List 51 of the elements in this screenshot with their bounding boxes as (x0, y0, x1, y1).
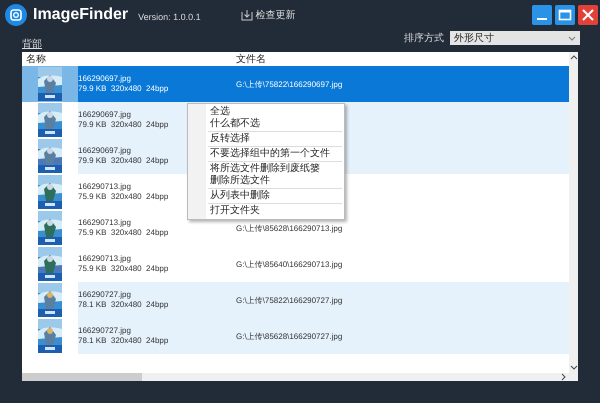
horizontal-scrollbar[interactable] (22, 373, 569, 381)
minimize-button[interactable] (532, 5, 552, 25)
file-path: G:\上传\75822\166290697.jpg (236, 78, 342, 90)
menu-item[interactable]: 不要选择组中的第一个文件 (188, 148, 344, 160)
close-button[interactable] (578, 5, 598, 25)
chevron-down-icon (568, 36, 576, 40)
file-name: 166290713.jpg (78, 182, 131, 192)
file-info: 78.1 KB 320x480 24bpp (78, 300, 168, 310)
file-path: G:\上传\85628\166290713.jpg (236, 222, 342, 234)
column-header[interactable]: 文件名 (236, 52, 266, 66)
column-header[interactable]: 名称 (22, 52, 236, 66)
file-name: 166290697.jpg (78, 146, 131, 156)
scroll-down-icon[interactable] (570, 365, 578, 371)
file-name: 166290713.jpg (78, 218, 131, 228)
file-info: 75.9 KB 320x480 24bpp (78, 264, 168, 274)
file-info: 79.9 KB 320x480 24bpp (78, 84, 168, 94)
maximize-button[interactable] (555, 5, 575, 25)
download-icon (240, 9, 253, 21)
file-name: 166290727.jpg (78, 326, 131, 336)
file-info: 79.9 KB 320x480 24bpp (78, 120, 168, 130)
menu-item[interactable]: 什么都不选 (188, 118, 344, 130)
file-name: 166290697.jpg (78, 74, 131, 84)
file-row[interactable]: 166290727.jpg 78.1 KB 320x480 24bpp G:\上传\75822\166290727.jpg (22, 282, 569, 318)
menu-item[interactable]: 全选 (188, 106, 344, 118)
file-row[interactable]: 166290727.jpg 78.1 KB 320x480 24bpp G:\上传\85628\166290727.jpg (22, 318, 569, 354)
check-update-button[interactable]: 检查更新 (240, 8, 296, 22)
group-link[interactable]: 背部 (22, 37, 42, 52)
file-path: G:\上传\85640\166290713.jpg (236, 258, 342, 270)
file-info: 75.9 KB 320x480 24bpp (78, 228, 168, 238)
menu-item[interactable]: 反转选择 (188, 133, 344, 145)
app-logo-icon (5, 4, 27, 26)
file-name: 166290697.jpg (78, 110, 131, 120)
app-title: ImageFinder (33, 6, 128, 24)
menu-item[interactable]: 删除所选文件 (188, 175, 344, 187)
file-info: 78.1 KB 320x480 24bpp (78, 336, 168, 346)
file-row[interactable]: 166290697.jpg 79.9 KB 320x480 24bpp G:\上传\75822\166290697.jpg (22, 66, 569, 102)
menu-item[interactable]: 从列表中删除 (188, 190, 344, 202)
file-info: 79.9 KB 320x480 24bpp (78, 156, 168, 166)
file-path: G:\上传\75822\166290727.jpg (236, 294, 342, 306)
minimize-icon (537, 18, 547, 20)
file-name: 166290713.jpg (78, 254, 131, 264)
file-name: 166290727.jpg (78, 290, 131, 300)
file-info: 75.9 KB 320x480 24bpp (78, 192, 168, 202)
scroll-up-icon[interactable] (570, 54, 578, 60)
vertical-scrollbar[interactable] (569, 52, 578, 381)
sort-label: 排序方式 (404, 32, 444, 45)
sort-dropdown[interactable]: 外形尺寸 (450, 31, 580, 45)
menu-item[interactable]: 将所选文件删除到废纸篓 (188, 163, 344, 175)
version-label: Version: 1.0.0.1 (138, 12, 201, 22)
scroll-right-icon[interactable] (561, 373, 567, 381)
file-path: G:\上传\85628\166290727.jpg (236, 330, 342, 342)
